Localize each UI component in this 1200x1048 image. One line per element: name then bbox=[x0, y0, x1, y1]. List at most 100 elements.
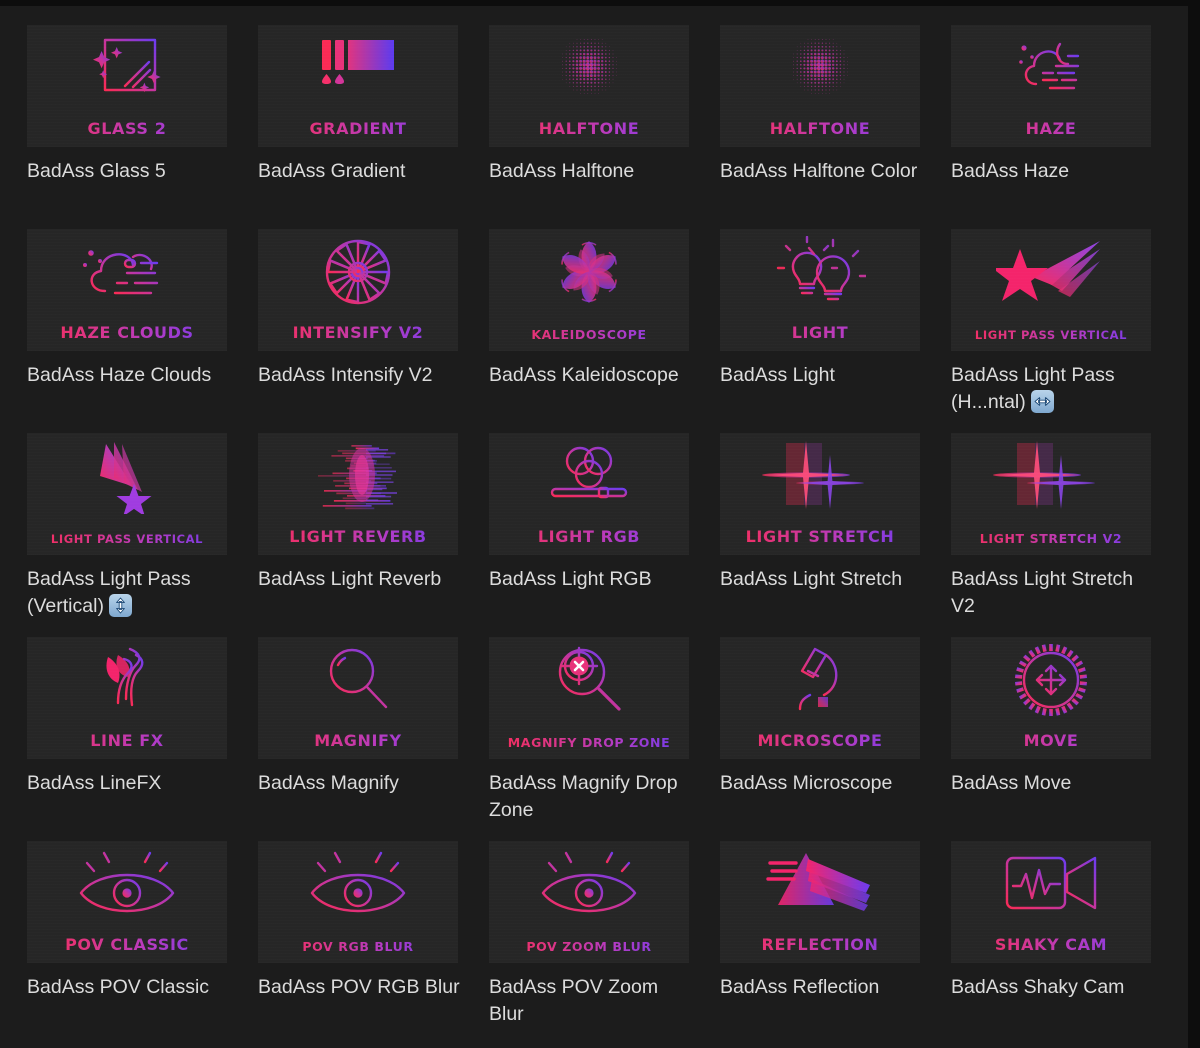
effect-thumbnail[interactable]: MICROSCOPE bbox=[720, 637, 920, 759]
effect-thumbnail[interactable]: GRADIENT bbox=[258, 25, 458, 147]
effect-card[interactable]: GRADIENT BadAss Gradient bbox=[258, 25, 458, 229]
effect-card[interactable]: LINE FX BadAss LineFX bbox=[27, 637, 227, 841]
effect-thumbnail[interactable]: LIGHT REVERB bbox=[258, 433, 458, 555]
effect-label: BadAss Kaleidoscope bbox=[489, 362, 695, 389]
effect-card[interactable]: HAZE CLOUDS BadAss Haze Clouds bbox=[27, 229, 227, 433]
effect-label: BadAss Light RGB bbox=[489, 566, 695, 593]
effect-thumbnail[interactable]: SHAKY CAM bbox=[951, 841, 1151, 963]
effect-thumbnail[interactable]: POV RGB BLUR bbox=[258, 841, 458, 963]
effect-label: BadAss Glass 5 bbox=[27, 158, 233, 185]
effect-thumbnail[interactable]: GLASS 2 bbox=[27, 25, 227, 147]
effect-card[interactable]: REFLECTION BadAss Reflection bbox=[720, 841, 920, 1045]
effect-card[interactable]: MAGNIFY DROP ZONE BadAss Magnify Drop Zon… bbox=[489, 637, 689, 841]
effect-thumbnail[interactable]: LIGHT bbox=[720, 229, 920, 351]
effect-wordmark: LIGHT STRETCH bbox=[720, 529, 920, 545]
effect-thumbnail[interactable]: MOVE bbox=[951, 637, 1151, 759]
effect-thumbnail[interactable]: HALFTONE bbox=[720, 25, 920, 147]
arrow-up-down-icon bbox=[109, 594, 132, 617]
light-pass-vertical-icon bbox=[27, 437, 227, 515]
effect-label: BadAss Reflection bbox=[720, 974, 926, 1001]
effect-card[interactable]: LIGHT STRETCH BadAss Light Stretch bbox=[720, 433, 920, 637]
effect-thumbnail[interactable]: LIGHT PASS VERTICAL bbox=[951, 229, 1151, 351]
effect-thumbnail[interactable]: POV ZOOM BLUR bbox=[489, 841, 689, 963]
move-icon bbox=[951, 641, 1151, 719]
effect-card[interactable]: HALFTONE BadAss Halftone Color bbox=[720, 25, 920, 229]
effect-thumbnail[interactable]: LIGHT STRETCH V2 bbox=[951, 433, 1151, 555]
effect-label-text: BadAss Glass 5 bbox=[27, 160, 166, 182]
effect-wordmark: REFLECTION bbox=[720, 937, 920, 953]
effect-label: BadAss POV RGB Blur bbox=[258, 974, 464, 1001]
effect-wordmark: MAGNIFY bbox=[258, 733, 458, 749]
effect-wordmark: LIGHT RGB bbox=[489, 529, 689, 545]
effect-thumbnail[interactable]: HALFTONE bbox=[489, 25, 689, 147]
effect-card[interactable]: POV RGB BLUR BadAss POV RGB Blur bbox=[258, 841, 458, 1045]
effect-card[interactable]: POV CLASSIC BadAss POV Classic bbox=[27, 841, 227, 1045]
effect-thumbnail[interactable]: LINE FX bbox=[27, 637, 227, 759]
effect-label-text: BadAss Move bbox=[951, 772, 1071, 794]
effect-label: BadAss POV Zoom Blur bbox=[489, 974, 695, 1028]
effect-wordmark: LIGHT PASS VERTICAL bbox=[27, 534, 227, 546]
haze-clouds-icon bbox=[27, 233, 227, 311]
effect-thumbnail[interactable]: HAZE CLOUDS bbox=[27, 229, 227, 351]
light-pass-horizontal-icon bbox=[951, 233, 1151, 311]
effect-card[interactable]: MICROSCOPE BadAss Microscope bbox=[720, 637, 920, 841]
effects-browser-page: GLASS 2 BadAss Glass 5 GRADIENT BadAss Gra… bbox=[0, 6, 1188, 1048]
effect-card[interactable]: LIGHT PASS VERTICAL BadAss Light Pass (Ve… bbox=[27, 433, 227, 637]
effect-thumbnail[interactable]: LIGHT RGB bbox=[489, 433, 689, 555]
effect-label: BadAss Light Stretch bbox=[720, 566, 926, 593]
kaleidoscope-icon bbox=[489, 233, 689, 311]
effect-label-text: BadAss Magnify Drop Zone bbox=[489, 772, 678, 821]
effect-label-text: BadAss Light bbox=[720, 364, 835, 386]
effect-label: BadAss Light Reverb bbox=[258, 566, 464, 593]
haze-icon bbox=[951, 29, 1151, 107]
effect-card[interactable]: HAZE BadAss Haze bbox=[951, 25, 1151, 229]
effect-wordmark: HAZE bbox=[951, 121, 1151, 137]
glass-icon bbox=[27, 29, 227, 107]
effect-thumbnail[interactable]: POV CLASSIC bbox=[27, 841, 227, 963]
effect-label-text: BadAss Kaleidoscope bbox=[489, 364, 679, 386]
effect-card[interactable]: LIGHT REVERB BadAss Light Reverb bbox=[258, 433, 458, 637]
effect-thumbnail[interactable]: REFLECTION bbox=[720, 841, 920, 963]
effect-label-text: BadAss Shaky Cam bbox=[951, 976, 1124, 998]
effect-wordmark: INTENSIFY V2 bbox=[258, 325, 458, 341]
effects-grid: GLASS 2 BadAss Glass 5 GRADIENT BadAss Gra… bbox=[27, 25, 1162, 1045]
effect-label: BadAss Intensify V2 bbox=[258, 362, 464, 389]
gradient-icon bbox=[258, 29, 458, 107]
effect-label: BadAss Light bbox=[720, 362, 926, 389]
effect-label-text: BadAss POV RGB Blur bbox=[258, 976, 460, 998]
effect-card[interactable]: HALFTONE BadAss Halftone bbox=[489, 25, 689, 229]
effect-thumbnail[interactable]: LIGHT STRETCH bbox=[720, 433, 920, 555]
effect-card[interactable]: MOVE BadAss Move bbox=[951, 637, 1151, 841]
effect-card[interactable]: MAGNIFY BadAss Magnify bbox=[258, 637, 458, 841]
light-rgb-icon bbox=[489, 437, 689, 515]
effect-label: BadAss Haze bbox=[951, 158, 1157, 185]
effect-card[interactable]: LIGHT RGB BadAss Light RGB bbox=[489, 433, 689, 637]
effect-label-text: BadAss Halftone Color bbox=[720, 160, 917, 182]
effect-thumbnail[interactable]: HAZE bbox=[951, 25, 1151, 147]
effect-thumbnail[interactable]: KALEIDOSCOPE bbox=[489, 229, 689, 351]
effect-label: BadAss Microscope bbox=[720, 770, 926, 797]
magnify-drop-zone-icon bbox=[489, 641, 689, 719]
effect-thumbnail[interactable]: LIGHT PASS VERTICAL bbox=[27, 433, 227, 555]
effect-thumbnail[interactable]: MAGNIFY bbox=[258, 637, 458, 759]
effect-card[interactable]: POV ZOOM BLUR BadAss POV Zoom Blur bbox=[489, 841, 689, 1045]
effect-wordmark: KALEIDOSCOPE bbox=[489, 329, 689, 342]
effect-card[interactable]: LIGHT BadAss Light bbox=[720, 229, 920, 433]
intensify-icon bbox=[258, 233, 458, 311]
effect-card[interactable]: INTENSIFY V2 BadAss Intensify V2 bbox=[258, 229, 458, 433]
effect-card[interactable]: GLASS 2 BadAss Glass 5 bbox=[27, 25, 227, 229]
pov-rgb-blur-eye-icon bbox=[258, 845, 458, 923]
effect-thumbnail[interactable]: INTENSIFY V2 bbox=[258, 229, 458, 351]
effect-card[interactable]: LIGHT STRETCH V2 BadAss Light Stretch V2 bbox=[951, 433, 1151, 637]
effect-label: BadAss POV Classic bbox=[27, 974, 233, 1001]
effect-thumbnail[interactable]: MAGNIFY DROP ZONE bbox=[489, 637, 689, 759]
effect-wordmark: POV CLASSIC bbox=[27, 937, 227, 953]
effect-label: BadAss Light Pass (H...ntal) bbox=[951, 362, 1157, 416]
effect-label-text: BadAss POV Zoom Blur bbox=[489, 976, 658, 1025]
effect-card[interactable]: KALEIDOSCOPE BadAss Kaleidoscope bbox=[489, 229, 689, 433]
effect-label: BadAss Halftone Color bbox=[720, 158, 926, 185]
effect-card[interactable]: LIGHT PASS VERTICAL BadAss Light Pass (H.… bbox=[951, 229, 1151, 433]
pov-zoom-blur-eye-icon bbox=[489, 845, 689, 923]
effect-card[interactable]: SHAKY CAM BadAss Shaky Cam bbox=[951, 841, 1151, 1045]
effect-wordmark: LIGHT bbox=[720, 325, 920, 341]
